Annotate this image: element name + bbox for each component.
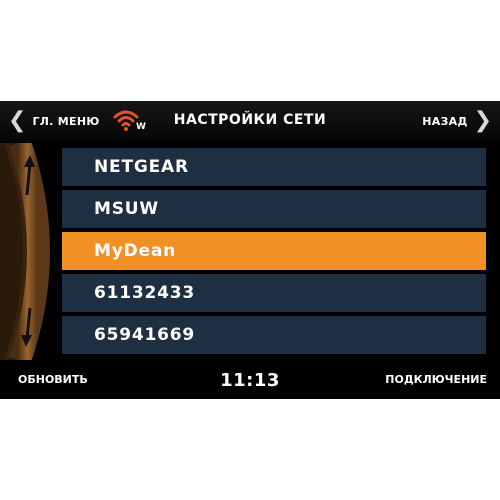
main-menu-label: ГЛ. МЕНЮ xyxy=(32,114,100,128)
clock: 11:13 xyxy=(220,370,280,391)
network-label: MSUW xyxy=(94,199,159,219)
network-item-mydean[interactable]: MyDean xyxy=(62,232,486,270)
top-bar: ❮ ГЛ. МЕНЮ W НАСТРОЙКИ СЕТИ НАЗАД ❯ xyxy=(0,101,500,143)
network-label: 65941669 xyxy=(94,325,196,345)
network-item-netgear[interactable]: NETGEAR xyxy=(62,148,486,186)
network-label: 61132433 xyxy=(94,283,196,303)
network-item-65941669[interactable]: 65941669 xyxy=(62,316,486,354)
device-screen: ❮ ГЛ. МЕНЮ W НАСТРОЙКИ СЕТИ НАЗАД ❯ NETG… xyxy=(0,101,500,399)
chevron-left-icon: ❮ xyxy=(8,108,27,133)
wifi-icon: W xyxy=(112,108,148,136)
network-item-61132433[interactable]: 61132433 xyxy=(62,274,486,312)
network-list: NETGEAR MSUW MyDean 61132433 65941669 xyxy=(62,148,486,358)
scroll-wheel[interactable] xyxy=(0,138,70,365)
main-menu-button[interactable]: ❮ ГЛ. МЕНЮ xyxy=(8,108,100,134)
refresh-button[interactable]: ОБНОВИТЬ xyxy=(18,373,88,386)
bottom-bar: ОБНОВИТЬ 11:13 ПОДКЛЮЧЕНИЕ xyxy=(0,363,500,399)
network-label: NETGEAR xyxy=(94,157,189,177)
connect-button[interactable]: ПОДКЛЮЧЕНИЕ xyxy=(385,373,487,386)
chevron-right-icon: ❯ xyxy=(473,108,492,133)
back-label: НАЗАД xyxy=(422,114,468,128)
back-button[interactable]: НАЗАД ❯ xyxy=(422,108,492,134)
network-item-msuw[interactable]: MSUW xyxy=(62,190,486,228)
page-title: НАСТРОЙКИ СЕТИ xyxy=(173,112,327,128)
wifi-badge: W xyxy=(136,122,146,132)
network-label: MyDean xyxy=(94,241,177,261)
